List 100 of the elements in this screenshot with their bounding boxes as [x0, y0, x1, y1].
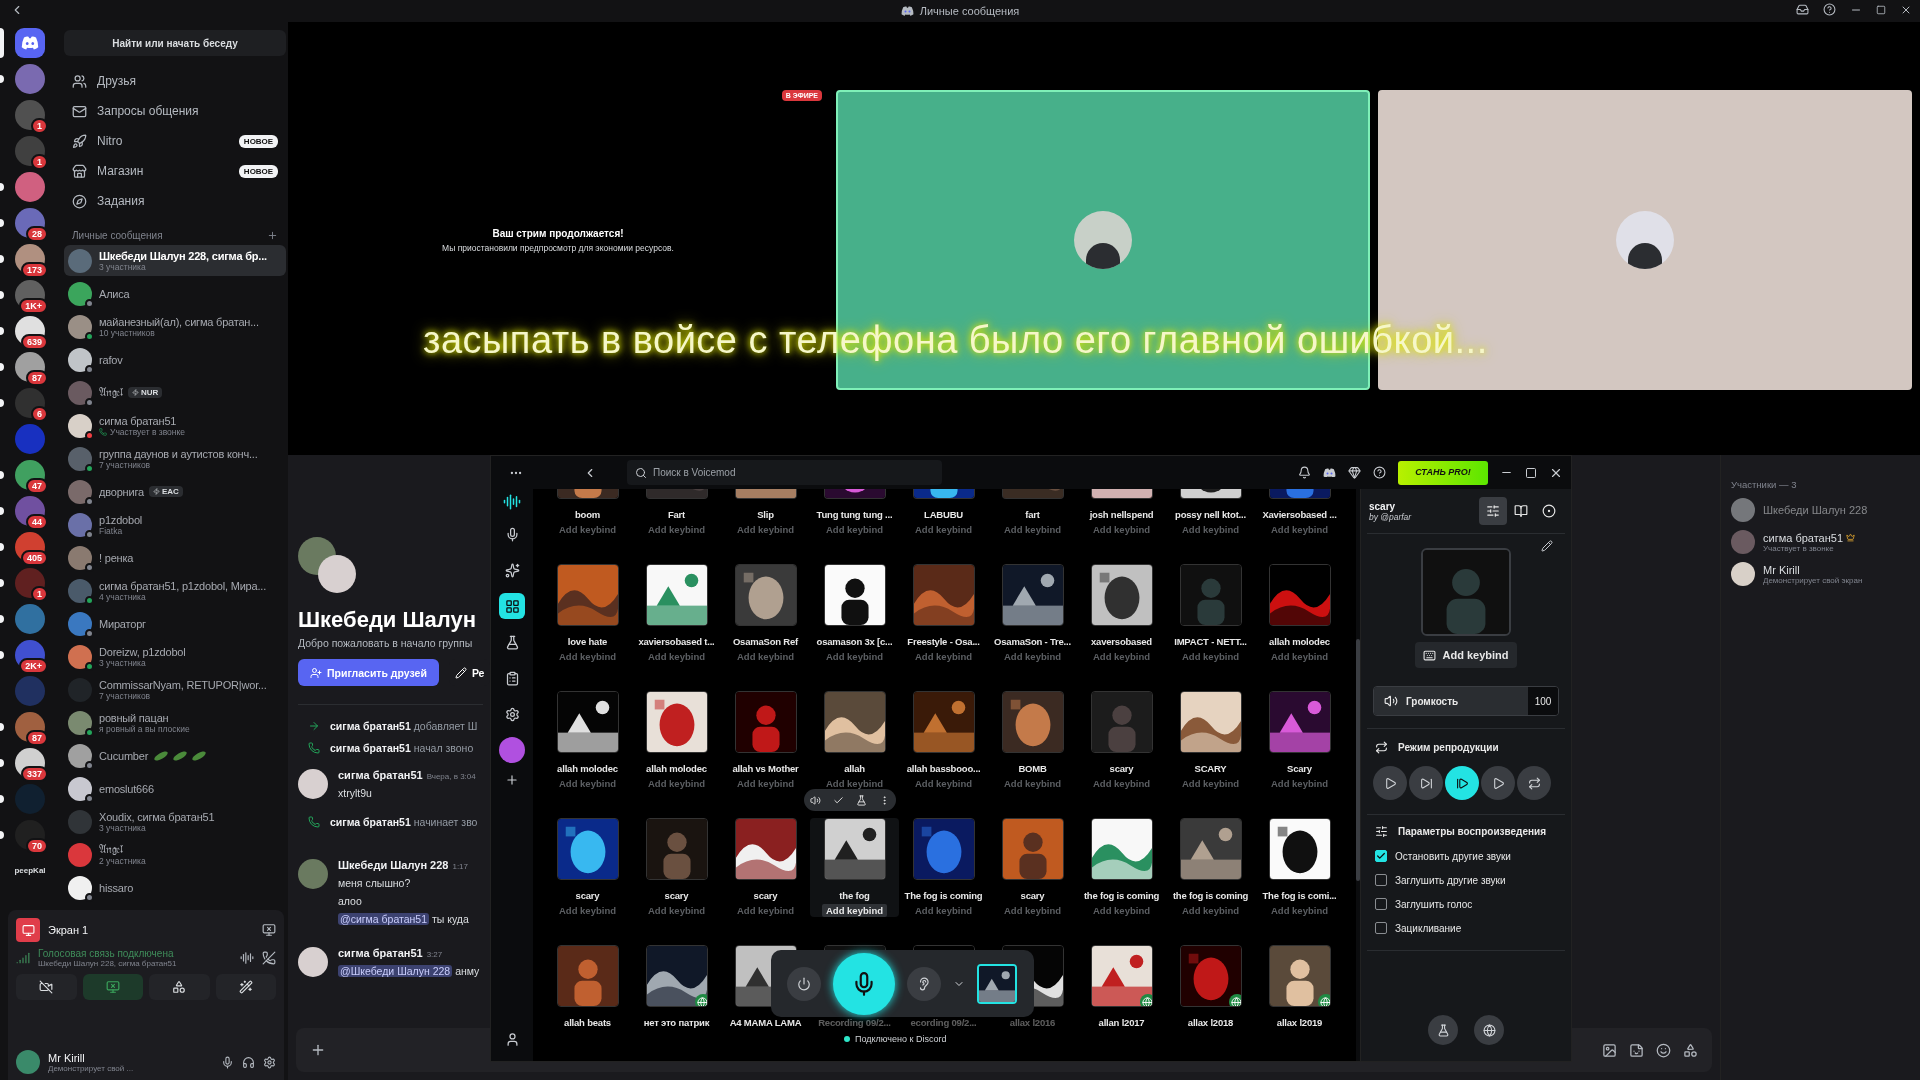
sound-tile[interactable]: OsamaSon - Tre... Add keybind	[988, 564, 1077, 663]
unread-badge: 28	[26, 226, 48, 242]
sound-tile[interactable]: SCARY Add keybind	[1166, 691, 1255, 790]
conversation-name: ровный пацан	[99, 711, 169, 724]
sound-tile[interactable]: love hate Add keybind	[543, 564, 632, 663]
sound-tile[interactable]: allah bassbooo... Add keybind	[899, 691, 988, 790]
sound-tile[interactable]: LABUBU Add keybind	[899, 489, 988, 536]
sound-tile[interactable]: possy nell ktot... Add keybind	[1166, 489, 1255, 536]
sound-tile[interactable]: the fog is coming Add keybind	[1077, 818, 1166, 917]
volume-control[interactable]: Громкость 100	[1373, 686, 1559, 716]
member-name: Mr Kirill	[1763, 563, 1801, 576]
conversation-item[interactable]: сигма братан51, p1zdobol, Мира... 4 участника	[64, 575, 286, 606]
sound-tile[interactable]: scary Add keybind	[543, 818, 632, 917]
sound-tile[interactable]: allah vs Mother Add keybind	[721, 691, 810, 790]
nav-item[interactable]: Запросы общения	[64, 96, 286, 126]
sound-name: A4 MAMA LAMA	[729, 1017, 802, 1028]
sound-name: allax l2018	[1187, 1017, 1234, 1028]
section-title: Личные сообщения	[72, 230, 163, 241]
sound-tile[interactable]: OsamaSon Ref Add keybind	[721, 564, 810, 663]
sound-tile[interactable]: scary Add keybind	[1077, 691, 1166, 790]
conversation-item[interactable]: hissaro	[64, 872, 286, 903]
conversation-item[interactable]: группа даунов и аутистов конч... 7 участников	[64, 443, 286, 474]
member-item[interactable]: Mr Kirill Демонстрирует свой экран	[1731, 562, 1910, 586]
sound-tile[interactable]: the fog is coming Add keybind	[1166, 818, 1255, 917]
sound-name: scary	[1109, 763, 1134, 774]
sound-tile[interactable]: Fart Add keybind	[632, 489, 721, 536]
conversation-item[interactable]: rafov	[64, 344, 286, 375]
member-name: Шкебеди Шалун 228	[1763, 504, 1869, 516]
conversation-item[interactable]: майанезный(ал), сигма братан... 10 участников	[64, 311, 286, 342]
keybind-label[interactable]: Add keybind	[822, 904, 887, 917]
sound-name: scary	[575, 890, 600, 901]
member-name: сигма братан51	[1763, 531, 1910, 544]
conversation-item[interactable]: emoslut666	[64, 773, 286, 804]
sound-tile[interactable]: allah molodec Add keybind	[632, 691, 721, 790]
sound-tile[interactable]: BOMB Add keybind	[988, 691, 1077, 790]
sound-name: allah molodec	[557, 763, 618, 774]
sound-tile[interactable]: scary Add keybind	[721, 818, 810, 917]
sound-tile[interactable]: Xaviersobased ... Add keybind	[1255, 489, 1344, 536]
conversation-item[interactable]: Мираторг	[64, 608, 286, 639]
sound-tile[interactable]: Slip Add keybind	[721, 489, 810, 536]
conversation-item[interactable]: Doreizw, p1zdobol 3 участника	[64, 641, 286, 672]
conversation-item[interactable]: 𝔄𝔫𝔤𝔢𝔩 2 участника	[64, 839, 286, 870]
sound-tile[interactable]: allah molodec Add keybind	[543, 691, 632, 790]
nav-item[interactable]: Друзья	[64, 66, 286, 96]
sound-name: Xaviersobased ...	[1262, 509, 1337, 520]
nav-item[interactable]: Задания	[64, 186, 286, 216]
sound-tile[interactable]: osamason 3x [c... Add keybind	[810, 564, 899, 663]
nav-item[interactable]: Nitro НОВОЕ	[64, 126, 286, 156]
conversation-subtitle: 3 участника	[99, 261, 146, 272]
sound-tile[interactable]: The fog is coming Add keybind	[899, 818, 988, 917]
sound-name: boom	[574, 509, 601, 520]
nav-item[interactable]: Магазин НОВОЕ	[64, 156, 286, 186]
conversation-item[interactable]: 𝔄𝔫𝔤𝔢𝔩 NUR	[64, 377, 286, 408]
sound-tile[interactable]: IMPACT - NETT... Add keybind	[1166, 564, 1255, 663]
sound-tile[interactable]: xaversobased Add keybind	[1077, 564, 1166, 663]
conversation-item[interactable]: Алиса	[64, 278, 286, 309]
welcome-text: Добро пожаловать в начало группы	[298, 637, 474, 649]
sound-tile[interactable]: boom Add keybind	[543, 489, 632, 536]
member-item[interactable]: сигма братан51 Участвует в звонке	[1731, 530, 1910, 554]
conversation-name: Шкебеди Шалун 228, сигма бр...	[99, 249, 267, 262]
sound-name: fart	[1025, 509, 1040, 520]
sound-tile[interactable]: Scary Add keybind	[1255, 691, 1344, 790]
sound-tile[interactable]: Tung tung tung ... Add keybind	[810, 489, 899, 536]
conversation-item[interactable]: ровный пацан я ровный а вы плоские	[64, 707, 286, 738]
member-item[interactable]: Шкебеди Шалун 228	[1731, 498, 1910, 522]
sound-name: possy nell ktot...	[1175, 509, 1246, 520]
sound-name: ecording 09/2...	[910, 1017, 977, 1028]
sound-name: xaversobased	[1091, 636, 1152, 647]
sound-tile[interactable]: scary Add keybind	[988, 818, 1077, 917]
section-title: Параметры воспроизведения	[1398, 826, 1546, 837]
message-author: сигма братан51 Вчера, в 3:04	[338, 769, 476, 781]
pro-button[interactable]: СТАНЬ PRO!	[1398, 460, 1488, 485]
sound-tile[interactable]: Freestyle - Osa... Add keybind	[899, 564, 988, 663]
sound-name: Fart	[667, 509, 686, 520]
server-label[interactable]: peepKal	[14, 856, 46, 886]
conversation-item[interactable]: сигма братан51 Участвует в звонке	[64, 410, 286, 441]
conversation-item[interactable]: Шкебеди Шалун 228, сигма бр... 3 участника	[64, 245, 286, 276]
sound-tile[interactable]: josh nellspend Add keybind	[1077, 489, 1166, 536]
sound-tile[interactable]: The fog is comi... Add keybind	[1255, 818, 1344, 917]
sound-tile[interactable]: xaviersobased t... Add keybind	[632, 564, 721, 663]
conversation-item[interactable]: Cucumber	[64, 740, 286, 771]
sound-tile[interactable]: allah Add keybind	[810, 691, 899, 790]
sound-tile[interactable]: allah molodec Add keybind	[1255, 564, 1344, 663]
volume-label: Громкость	[1406, 695, 1459, 707]
search-field[interactable]: Поиск в Voicemod	[627, 460, 942, 485]
conversation-subtitle: 4 участника	[99, 591, 146, 602]
sound-tile[interactable]: scary Add keybind	[632, 818, 721, 917]
nav-label: Запросы общения	[97, 104, 200, 118]
conversation-item[interactable]: дворнига EAC	[64, 476, 286, 507]
invite-button[interactable]: Пригласить друзей	[298, 659, 439, 686]
search-button[interactable]: Найти или начать беседу	[64, 30, 286, 56]
sound-tile[interactable]: fart Add keybind	[988, 489, 1077, 536]
conversation-item[interactable]: CommissarNyam, RETUPOR|wor... 7 участников	[64, 674, 286, 705]
conversation-item[interactable]: p1zdobol Fiatka	[64, 509, 286, 540]
sound-name: allax l2016	[1009, 1017, 1056, 1028]
conversation-subtitle: 3 участника	[99, 822, 146, 833]
conversation-item[interactable]: Xoudix, сигма братан51 3 участника	[64, 806, 286, 837]
add-keybind-button[interactable]: Add keybind	[1415, 642, 1517, 668]
conversation-item[interactable]: ! ренка	[64, 542, 286, 573]
message-text: @Шкебеди Шалун 228 анму	[338, 965, 480, 977]
